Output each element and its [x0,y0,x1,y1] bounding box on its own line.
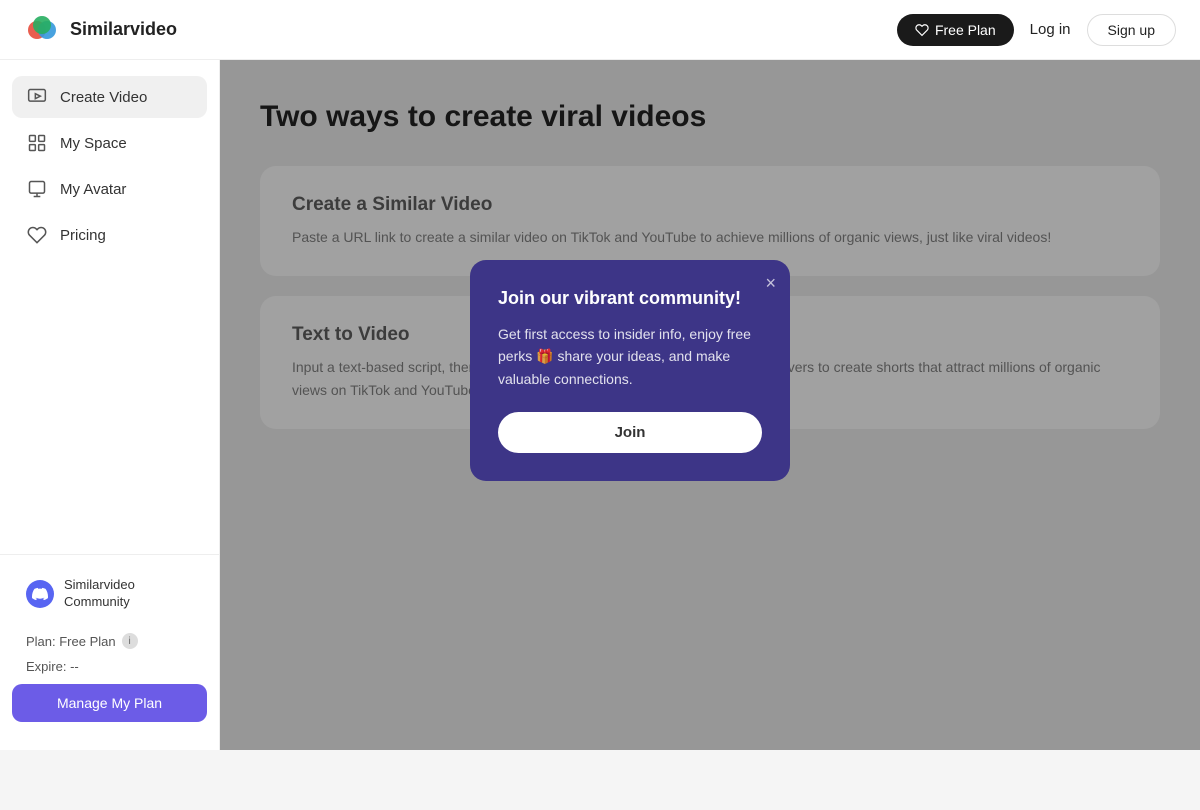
expire-label: Expire: -- [26,659,79,674]
modal-close-button[interactable]: × [765,274,776,292]
sidebar-bottom: Similarvideo Community Plan: Free Plan i… [0,554,219,734]
logo-name: Similarvideo [70,19,177,40]
logo-icon [24,12,60,48]
sidebar-nav: Create Video My Space My Avatar Pricing [0,76,219,554]
sidebar-item-label: My Avatar [60,181,126,198]
header-right: Free Plan Log in Sign up [897,14,1176,46]
sidebar-item-my-space[interactable]: My Space [12,122,207,164]
logo-area: Similarvideo [24,12,177,48]
login-button[interactable]: Log in [1030,21,1071,38]
modal-description: Get first access to insider info, enjoy … [498,323,762,390]
free-plan-label: Free Plan [935,22,996,38]
create-video-icon [26,86,48,108]
header: Similarvideo Free Plan Log in Sign up [0,0,1200,60]
layout: Create Video My Space My Avatar Pricing [0,60,1200,750]
signup-button[interactable]: Sign up [1087,14,1176,46]
community-modal: × Join our vibrant community! Get first … [470,260,790,481]
plan-info: Plan: Free Plan i [12,633,207,657]
pricing-icon [26,224,48,246]
modal-title: Join our vibrant community! [498,288,762,309]
sidebar: Create Video My Space My Avatar Pricing [0,60,220,750]
modal-join-button[interactable]: Join [498,412,762,453]
sidebar-item-label: My Space [60,135,127,152]
sidebar-item-pricing[interactable]: Pricing [12,214,207,256]
expire-info: Expire: -- [12,657,207,684]
main-content: Two ways to create viral videos Create a… [220,60,1200,750]
community-label: Similarvideo Community [64,577,193,611]
plan-label: Plan: Free Plan [26,634,116,649]
sidebar-item-my-avatar[interactable]: My Avatar [12,168,207,210]
info-icon[interactable]: i [122,633,138,649]
sidebar-item-create-video[interactable]: Create Video [12,76,207,118]
community-item[interactable]: Similarvideo Community [12,567,207,621]
sidebar-item-label: Create Video [60,89,147,106]
my-avatar-icon [26,178,48,200]
discord-icon [26,580,54,608]
heart-icon [915,23,929,37]
manage-plan-button[interactable]: Manage My Plan [12,684,207,722]
sidebar-item-label: Pricing [60,227,106,244]
free-plan-button[interactable]: Free Plan [897,14,1014,46]
my-space-icon [26,132,48,154]
